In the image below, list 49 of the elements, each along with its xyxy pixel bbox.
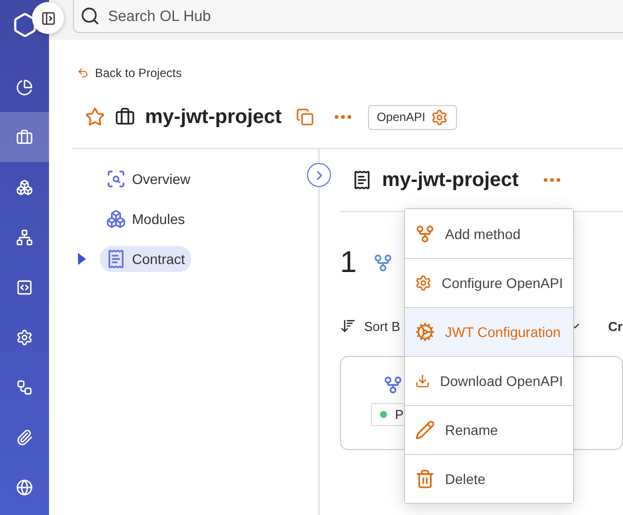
- code-icon: [16, 278, 33, 296]
- tag-button[interactable]: OpenAPI: [368, 104, 458, 130]
- star-icon[interactable]: [85, 107, 105, 127]
- receipt-icon: [106, 249, 126, 269]
- back-arrow-icon: [77, 67, 89, 79]
- sort-icon: [340, 318, 356, 334]
- tree-item[interactable]: Modules: [100, 206, 191, 232]
- hierarchy-icon: [16, 228, 33, 246]
- pie-chart-icon: [16, 78, 33, 96]
- pencil-icon: [415, 420, 435, 440]
- panel-icon: [40, 10, 56, 26]
- menu-item[interactable]: Configure OpenAPI: [405, 258, 573, 307]
- status-dot: [380, 411, 387, 418]
- menu-item[interactable]: Delete: [405, 454, 573, 503]
- branch-icon: [415, 224, 435, 244]
- nav-button[interactable]: [0, 112, 49, 162]
- menu-item[interactable]: Rename: [405, 405, 573, 454]
- magnifier-icon: [106, 169, 126, 189]
- receipt-icon: [352, 170, 372, 190]
- gear-icon: [431, 108, 448, 126]
- paperclip-icon: [16, 428, 33, 446]
- method-count: 1: [340, 246, 357, 280]
- menu-item[interactable]: Add method: [405, 209, 573, 258]
- tree-item[interactable]: Overview: [100, 166, 196, 192]
- sort-label[interactable]: Sort B: [364, 318, 400, 334]
- globe-icon: [16, 478, 33, 496]
- collapse-button[interactable]: [307, 163, 331, 187]
- back-link[interactable]: Back to Projects: [77, 66, 623, 80]
- contract-title: my-jwt-project: [382, 168, 519, 192]
- method-icon: [372, 253, 393, 273]
- gear-icon: [16, 328, 33, 346]
- gear-icon: [415, 273, 432, 293]
- trash-icon: [415, 469, 435, 489]
- search-icon: [80, 6, 100, 26]
- briefcase-icon: [16, 128, 33, 146]
- expand-icon[interactable]: [78, 253, 86, 265]
- tree-item[interactable]: Contract: [100, 246, 191, 272]
- project-title: my-jwt-project: [145, 106, 282, 128]
- search-field[interactable]: Search OL Hub: [73, 0, 623, 33]
- cubes-icon: [106, 209, 126, 229]
- copy-icon[interactable]: [296, 108, 314, 126]
- logo-icon: [12, 12, 38, 38]
- cog-icon: [415, 322, 435, 342]
- flow-icon: [16, 378, 33, 396]
- cubes-icon: [16, 178, 33, 196]
- menu-item[interactable]: Download OpenAPI: [405, 356, 573, 405]
- branch-icon: [383, 375, 403, 395]
- briefcase-icon: [115, 107, 135, 127]
- column-label: Cr: [608, 318, 623, 334]
